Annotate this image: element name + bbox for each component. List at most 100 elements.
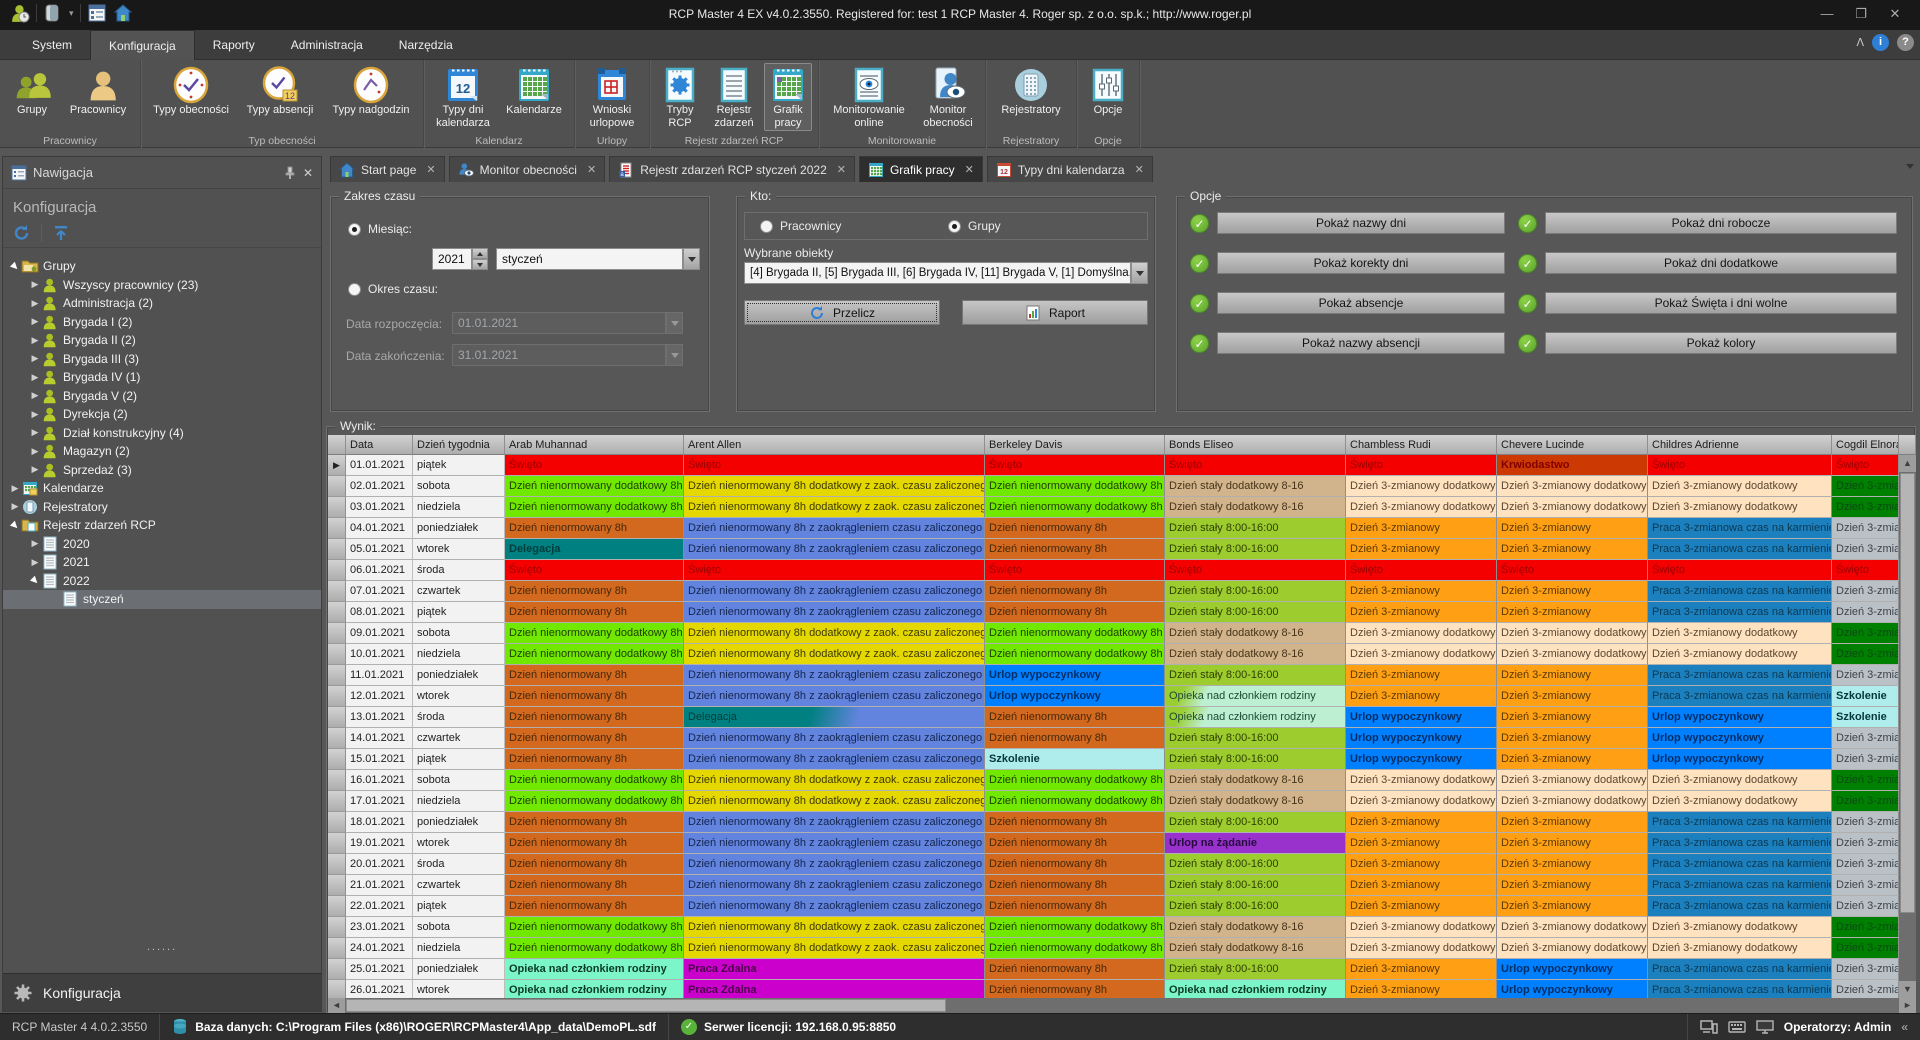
schedule-cell-g3[interactable]: Dzień 3-zmianowy — [1832, 749, 1899, 770]
weekday-cell[interactable]: środa — [413, 560, 505, 581]
vertical-scroll-thumb[interactable] — [1900, 473, 1915, 913]
row-indicator-cell[interactable] — [328, 644, 346, 665]
schedule-cell-n8[interactable]: Dzień nienormowany 8h — [505, 728, 684, 749]
ribbon-button-kalendarze[interactable]: Kalendarze — [500, 63, 568, 131]
schedule-cell-zd[interactable]: Dzień 3-zmianowy dodatkowy — [1648, 770, 1832, 791]
date-cell[interactable]: 02.01.2021 — [346, 476, 413, 497]
schedule-cell-zd[interactable]: Dzień 3-zmianowy dodatkowy — [1648, 917, 1832, 938]
schedule-cell-nd[interactable]: Dzień nienormowany dodatkowy 8h — [985, 644, 1165, 665]
year-field[interactable]: 2021 — [432, 248, 472, 270]
nav-module-button[interactable]: Konfiguracja — [3, 973, 321, 1011]
schedule-cell-g3[interactable]: Dzień 3-zmianowy — [1832, 581, 1899, 602]
schedule-cell-gd[interactable]: Dzień 3-zmianowy dodatkowy — [1832, 623, 1899, 644]
tab-grafik-pracy[interactable]: Grafik pracy✕ — [859, 156, 983, 182]
schedule-cell-n8[interactable]: Dzień nienormowany 8h — [505, 749, 684, 770]
ribbon-button-typy-dni-kalendarza[interactable]: 12Typy dni kalendarza — [430, 63, 496, 131]
schedule-cell-z3[interactable]: Dzień 3-zmianowy — [1346, 539, 1497, 560]
schedule-cell-nd[interactable]: Dzień nienormowany dodatkowy 8h — [505, 623, 684, 644]
weekday-cell[interactable]: sobota — [413, 917, 505, 938]
tab-monitor-obecności[interactable]: Monitor obecności✕ — [449, 156, 606, 182]
schedule-cell-p3[interactable]: Praca 3-zmianowa czas na karmienie — [1648, 665, 1832, 686]
employees-radio[interactable]: Pracownicy — [760, 219, 841, 233]
checkbox-checked-icon[interactable]: ✓ — [1518, 334, 1537, 353]
tree-item-2020[interactable]: ▶2020 — [3, 535, 321, 554]
schedule-cell-uz[interactable]: Urlop na żądanie — [1165, 833, 1346, 854]
row-indicator-cell[interactable] — [328, 581, 346, 602]
tree-expand-icon[interactable]: ▶ — [29, 464, 41, 475]
tree-item-sprzedaż-3-[interactable]: ▶Sprzedaż (3) — [3, 461, 321, 480]
horizontal-scroll-thumb[interactable] — [346, 999, 946, 1012]
date-cell[interactable]: 24.01.2021 — [346, 938, 413, 959]
schedule-cell-zd[interactable]: Dzień 3-zmianowy dodatkowy — [1346, 623, 1497, 644]
tab-typy-dni-kalendarza[interactable]: 12Typy dni kalendarza✕ — [987, 156, 1153, 182]
row-indicator-cell[interactable] — [328, 728, 346, 749]
tab-rejestr-zdarzeń-rcp-styczeń-2022[interactable]: aRejestr zdarzeń RCP styczeń 2022✕ — [609, 156, 855, 182]
ribbon-button-wnioski-urlopowe[interactable]: Wnioski urlopowe — [581, 63, 643, 131]
tree-item-dyrekcja-2-[interactable]: ▶Dyrekcja (2) — [3, 405, 321, 424]
schedule-cell-g3[interactable]: Dzień 3-zmianowy — [1832, 896, 1899, 917]
date-cell[interactable]: 23.01.2021 — [346, 917, 413, 938]
tree-expand-icon[interactable]: ▶ — [29, 427, 41, 438]
schedule-cell-n8[interactable]: Dzień nienormowany 8h — [985, 833, 1165, 854]
schedule-cell-n8[interactable]: Dzień nienormowany 8h — [505, 833, 684, 854]
schedule-cell-zd[interactable]: Dzień 3-zmianowy dodatkowy — [1346, 644, 1497, 665]
schedule-cell-z3[interactable]: Dzień 3-zmianowy — [1346, 854, 1497, 875]
schedule-cell-uw[interactable]: Urlop wypoczynkowy — [1648, 707, 1832, 728]
tree-item-2021[interactable]: ▶2021 — [3, 553, 321, 572]
menu-tab-administracja[interactable]: Administracja — [273, 30, 381, 60]
schedule-cell-p3[interactable]: Praca 3-zmianowa czas na karmienie — [1648, 686, 1832, 707]
tree-item-kalendarze[interactable]: ▶Kalendarze — [3, 479, 321, 498]
month-select[interactable]: styczeń — [496, 248, 683, 270]
schedule-cell-z3[interactable]: Dzień 3-zmianowy — [1497, 665, 1648, 686]
schedule-cell-p3[interactable]: Praca 3-zmianowa czas na karmienie — [1648, 959, 1832, 980]
option-button-pokaż-dni-robocze[interactable]: Pokaż dni robocze — [1545, 212, 1897, 234]
schedule-cell-nz[interactable]: Dzień nienormowany 8h z zaokrągleniem cz… — [684, 749, 985, 770]
collapse-all-icon[interactable] — [52, 224, 70, 242]
row-indicator-cell[interactable] — [328, 980, 346, 998]
schedule-cell-z3[interactable]: Dzień 3-zmianowy — [1497, 707, 1648, 728]
weekday-cell[interactable]: czwartek — [413, 728, 505, 749]
schedule-cell-g3[interactable]: Dzień 3-zmianowy — [1832, 854, 1899, 875]
ribbon-button-pracownicy[interactable]: Pracownicy — [62, 63, 134, 131]
schedule-cell-zd[interactable]: Dzień 3-zmianowy dodatkowy — [1346, 938, 1497, 959]
schedule-cell-zd[interactable]: Dzień 3-zmianowy dodatkowy — [1346, 791, 1497, 812]
tree-item-brygada-iv-1-[interactable]: ▶Brygada IV (1) — [3, 368, 321, 387]
schedule-cell-p3[interactable]: Praca 3-zmianowa czas na karmienie — [1648, 875, 1832, 896]
schedule-cell-ob[interactable]: Opieka nad członkiem rodziny — [1165, 707, 1346, 728]
date-cell[interactable]: 26.01.2021 — [346, 980, 413, 998]
schedule-cell-zd[interactable]: Dzień 3-zmianowy dodatkowy — [1497, 770, 1648, 791]
checkbox-checked-icon[interactable]: ✓ — [1190, 334, 1209, 353]
schedule-cell-zd[interactable]: Dzień 3-zmianowy dodatkowy — [1648, 497, 1832, 518]
schedule-cell-nz[interactable]: Dzień nienormowany 8h z zaokrągleniem cz… — [684, 875, 985, 896]
option-button-pokaż-nazwy-dni[interactable]: Pokaż nazwy dni — [1217, 212, 1505, 234]
weekday-cell[interactable]: poniedziałek — [413, 518, 505, 539]
schedule-cell-ny[interactable]: Dzień nienormowany 8h dodatkowy z zaok. … — [684, 476, 985, 497]
schedule-cell-z3[interactable]: Dzień 3-zmianowy — [1497, 728, 1648, 749]
tree-expand-icon[interactable]: ▶ — [29, 372, 41, 383]
menu-tab-system[interactable]: System — [14, 30, 90, 60]
row-indicator-cell[interactable] — [328, 917, 346, 938]
date-cell[interactable]: 08.01.2021 — [346, 602, 413, 623]
schedule-cell-zd[interactable]: Dzień 3-zmianowy dodatkowy — [1346, 917, 1497, 938]
row-indicator-cell[interactable] — [328, 770, 346, 791]
schedule-cell-n8[interactable]: Dzień nienormowany 8h — [505, 602, 684, 623]
row-indicator-cell[interactable] — [328, 665, 346, 686]
schedule-cell-z3[interactable]: Dzień 3-zmianowy — [1346, 581, 1497, 602]
schedule-cell-n8[interactable]: Dzień nienormowany 8h — [985, 854, 1165, 875]
date-cell[interactable]: 18.01.2021 — [346, 812, 413, 833]
schedule-cell-uw[interactable]: Urlop wypoczynkowy — [1497, 980, 1648, 998]
schedule-cell-sd[interactable]: Dzień stały dodatkowy 8-16 — [1165, 791, 1346, 812]
date-cell[interactable]: 20.01.2021 — [346, 854, 413, 875]
weekday-cell[interactable]: piątek — [413, 749, 505, 770]
tree-item-brygada-iii-3-[interactable]: ▶Brygada III (3) — [3, 350, 321, 369]
weekday-cell[interactable]: niedziela — [413, 791, 505, 812]
schedule-cell-n8[interactable]: Dzień nienormowany 8h — [985, 980, 1165, 998]
weekday-cell[interactable]: piątek — [413, 602, 505, 623]
help-icon[interactable]: ? — [1897, 34, 1914, 51]
schedule-cell-zd[interactable]: Dzień 3-zmianowy dodatkowy — [1648, 476, 1832, 497]
checkbox-checked-icon[interactable]: ✓ — [1518, 294, 1537, 313]
schedule-cell-st[interactable]: Dzień stały 8:00-16:00 — [1165, 539, 1346, 560]
schedule-cell-n8[interactable]: Dzień nienormowany 8h — [985, 875, 1165, 896]
date-cell[interactable]: 17.01.2021 — [346, 791, 413, 812]
selected-objects-combo[interactable]: [4] Brygada II, [5] Brygada III, [6] Bry… — [744, 262, 1131, 284]
